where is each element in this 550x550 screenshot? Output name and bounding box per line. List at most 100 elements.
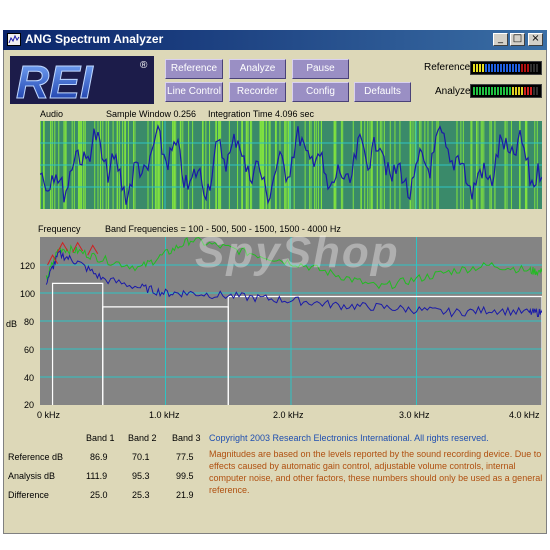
stat-value: 77.5 [176, 452, 194, 462]
copyright-text: Copyright 2003 Research Electronics Inte… [209, 433, 489, 443]
meter-segment [494, 87, 496, 95]
meter-segment [506, 64, 508, 72]
audio-label: Audio [40, 109, 64, 119]
meter-segment [533, 64, 535, 72]
logo-text: REI [16, 56, 94, 104]
stat-value: 111.9 [86, 471, 108, 481]
band-level-outline [51, 282, 104, 405]
meter-segment [491, 64, 493, 72]
analyze-meter-label: Analyze [435, 86, 471, 97]
config-button[interactable]: Config [292, 82, 349, 102]
y-tick-label: 120 [20, 261, 36, 271]
x-tick-label: 2.0 kHz [273, 410, 304, 420]
meter-segment [476, 87, 478, 95]
x-tick-label: 1.0 kHz [149, 410, 180, 420]
meter-segment [509, 64, 511, 72]
pause-button[interactable]: Pause [292, 59, 349, 79]
meter-segment [512, 64, 514, 72]
band2-header: Band 2 [128, 433, 157, 443]
meter-segment [533, 87, 535, 95]
meter-segment [491, 87, 493, 95]
recorder-button[interactable]: Recorder [229, 82, 286, 102]
band3-header: Band 3 [172, 433, 201, 443]
meter-segment [479, 87, 481, 95]
integration-time-text: Integration Time 4.096 sec [208, 109, 315, 119]
analysis-db-label: Analysis dB [8, 471, 56, 481]
meter-segment [485, 87, 487, 95]
meter-segment [521, 64, 523, 72]
meter-segment [530, 87, 532, 95]
meter-segment [488, 87, 490, 95]
reference-db-label: Reference dB [8, 452, 64, 462]
stat-value: 99.5 [176, 471, 194, 481]
frequency-label: Frequency [38, 224, 81, 234]
maximize-button[interactable]: □ [510, 33, 525, 46]
meter-segment [482, 87, 484, 95]
spectrum-app-icon [7, 33, 21, 46]
difference-label: Difference [8, 490, 49, 500]
meter-segment [506, 87, 508, 95]
stat-value: 95.3 [132, 471, 150, 481]
y-tick-label: 60 [24, 345, 35, 355]
watermark: SpyShop [195, 228, 400, 277]
meter-segment [488, 64, 490, 72]
analyze-button[interactable]: Analyze [229, 59, 286, 79]
y-tick-label: 40 [24, 373, 35, 383]
meter-segment [503, 64, 505, 72]
defaults-button[interactable]: Defaults [354, 82, 411, 102]
minimize-button[interactable]: _ [493, 33, 508, 46]
band1-header: Band 1 [86, 433, 115, 443]
meter-segment [521, 87, 523, 95]
band-level-outline [227, 295, 543, 405]
stat-value: 70.1 [132, 452, 150, 462]
y-axis-unit: dB [6, 319, 18, 329]
window-title: ANG Spectrum Analyzer [25, 32, 164, 46]
meter-segment [527, 64, 529, 72]
line-control-button[interactable]: Line Control [165, 82, 223, 102]
meter-segment [527, 87, 529, 95]
meter-segment [509, 87, 511, 95]
meter-segment [530, 64, 532, 72]
meter-segment [518, 87, 520, 95]
meter-segment [515, 64, 517, 72]
sample-window-text: Sample Window 0.256 [106, 109, 197, 119]
stat-value: 25.0 [90, 490, 108, 500]
close-button[interactable]: × [528, 33, 543, 46]
meter-segment [473, 64, 475, 72]
x-tick-label: 4.0 kHz [509, 410, 540, 420]
analyze-level-meter [470, 84, 542, 98]
meter-segment [485, 64, 487, 72]
meter-segment [524, 87, 526, 95]
reference-meter-label: Reference [424, 62, 471, 73]
meter-segment [515, 87, 517, 95]
title-bar[interactable]: ANG Spectrum Analyzer _ □ × [3, 30, 547, 50]
meter-segment [536, 87, 538, 95]
stat-value: 86.9 [90, 452, 108, 462]
meter-segment [497, 64, 499, 72]
meter-segment [536, 64, 538, 72]
meter-segment [482, 64, 484, 72]
reference-button[interactable]: Reference [165, 59, 223, 79]
meter-segment [497, 87, 499, 95]
meter-segment [503, 87, 505, 95]
meter-segment [524, 64, 526, 72]
meter-segment [473, 87, 475, 95]
audio-waveform [39, 121, 543, 209]
y-tick-label: 100 [20, 289, 36, 299]
meter-segment [512, 87, 514, 95]
meter-segment [476, 64, 478, 72]
meter-segment [500, 87, 502, 95]
meter-segment [494, 64, 496, 72]
x-tick-label: 3.0 kHz [399, 410, 430, 420]
audio-waveform-panel [39, 121, 543, 209]
meter-segment [518, 64, 520, 72]
y-tick-label: 20 [24, 400, 35, 410]
meter-segment [479, 64, 481, 72]
meter-segment [500, 64, 502, 72]
disclaimer-note: Magnitudes are based on the levels repor… [209, 449, 543, 495]
stat-value: 21.9 [176, 490, 194, 500]
x-tick-label: 0 kHz [37, 410, 61, 420]
reference-level-meter [470, 61, 542, 75]
rei-logo: REI ® [10, 56, 154, 104]
stat-value: 25.3 [132, 490, 150, 500]
